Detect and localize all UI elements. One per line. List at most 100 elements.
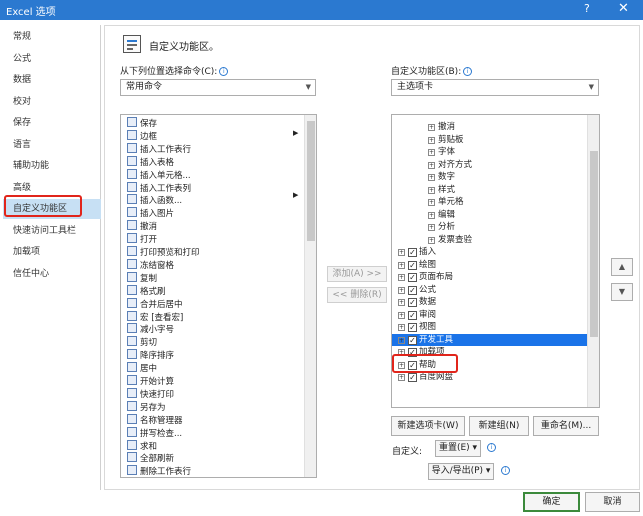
expand-icon[interactable]: + <box>398 299 405 306</box>
checkbox[interactable]: ✓ <box>408 260 417 270</box>
checkbox[interactable]: ✓ <box>408 373 417 382</box>
expand-icon[interactable]: + <box>428 186 435 194</box>
command-item[interactable]: 剪切 <box>127 336 157 348</box>
new-group-button[interactable]: 新建组(N) <box>469 416 529 436</box>
ribbon-tree-scroll-thumb[interactable] <box>590 151 598 337</box>
command-item[interactable]: 全部刷新 <box>127 452 174 464</box>
tree-node[interactable]: + 分析 <box>428 221 455 233</box>
expand-icon[interactable]: + <box>398 261 405 269</box>
nav-item[interactable]: 校对 <box>3 92 101 112</box>
tree-node[interactable]: + 撤消 <box>428 121 455 133</box>
command-item[interactable]: 撤消 <box>127 220 157 232</box>
expand-icon[interactable]: + <box>428 236 435 244</box>
tree-node[interactable]: + 编辑 <box>428 209 455 221</box>
tree-node[interactable]: + ✓ 视图 <box>398 321 436 333</box>
nav-item[interactable]: 语言 <box>3 135 101 155</box>
tree-node[interactable]: + ✓ 审阅 <box>398 309 436 321</box>
tree-node[interactable]: + 单元格 <box>428 196 464 208</box>
tree-node[interactable]: + ✓ 数据 <box>398 296 436 308</box>
expand-icon[interactable]: + <box>398 336 405 344</box>
remove-button[interactable]: << 删除(R) <box>327 287 387 303</box>
reset-button[interactable]: 重置(E) ▾ <box>435 440 481 457</box>
command-item[interactable]: 插入工作表列 <box>127 181 191 194</box>
command-item[interactable]: 居中 <box>127 362 157 374</box>
ribbon-tree-scrollbar[interactable] <box>587 115 599 407</box>
tree-node[interactable]: + ✓ 开发工具 <box>392 333 587 346</box>
add-button[interactable]: 添加(A) >> <box>327 266 387 282</box>
tree-node[interactable]: + 字体 <box>428 146 455 158</box>
checkbox[interactable]: ✓ <box>408 285 417 295</box>
command-source-dropdown[interactable]: 常用命令 ▼ <box>120 79 316 96</box>
expand-icon[interactable]: + <box>398 274 405 281</box>
expand-icon[interactable]: + <box>428 161 435 169</box>
command-item[interactable]: 插入图片 <box>127 207 174 219</box>
new-tab-button[interactable]: 新建选项卡(W) <box>391 416 465 436</box>
import-export-button[interactable]: 导入/导出(P) ▾ <box>428 463 494 480</box>
command-item[interactable]: 打开 <box>127 233 157 245</box>
tree-node[interactable]: + 样式 <box>428 184 455 196</box>
checkbox[interactable]: ✓ <box>408 335 417 345</box>
command-item[interactable]: 格式刷 <box>127 284 166 297</box>
nav-item[interactable]: 公式 <box>3 49 101 69</box>
command-item[interactable]: 减小字号 <box>127 323 174 335</box>
command-item[interactable]: 降序排序 <box>127 349 174 361</box>
tree-node[interactable]: + ✓ 公式 <box>398 284 436 296</box>
command-item[interactable]: 合并后居中 <box>127 297 183 310</box>
command-item[interactable]: 插入工作表行 <box>127 142 191 155</box>
help-button[interactable]: ? <box>584 2 590 15</box>
expand-icon[interactable]: + <box>398 286 405 294</box>
expand-icon[interactable]: + <box>428 136 435 144</box>
cancel-button[interactable]: 取消 <box>585 492 640 512</box>
expand-icon[interactable]: + <box>428 149 435 156</box>
expand-icon[interactable]: + <box>398 324 405 331</box>
command-item[interactable]: 删除工作表行 <box>127 465 191 477</box>
command-item[interactable]: 冻结窗格 <box>127 258 174 271</box>
nav-item[interactable]: 辅助功能 <box>3 156 101 176</box>
command-list-scrollbar[interactable] <box>304 115 316 477</box>
command-list[interactable]: 保存 边框 插入工作表行 插入表格 插入单元格... 插入工作表列 插入函数... 插入图片撤… <box>120 114 317 478</box>
expand-icon[interactable]: + <box>428 211 435 219</box>
command-item[interactable]: 求和 <box>127 439 157 452</box>
checkbox[interactable]: ✓ <box>408 323 417 332</box>
expand-icon[interactable]: + <box>428 174 435 181</box>
tree-node[interactable]: + ✓ 插入 <box>398 246 436 258</box>
checkbox[interactable]: ✓ <box>408 248 417 257</box>
command-item[interactable]: 复制 <box>127 271 157 284</box>
ok-button[interactable]: 确定 <box>523 492 580 512</box>
move-up-button[interactable]: ▲ <box>611 258 633 276</box>
expand-icon[interactable]: + <box>428 124 435 131</box>
ribbon-tabs-dropdown[interactable]: 主选项卡 ▼ <box>391 79 599 96</box>
expand-icon[interactable]: + <box>428 224 435 231</box>
nav-item[interactable]: 快速访问工具栏 <box>3 221 101 241</box>
tree-node[interactable]: + 发票查验 <box>428 234 472 246</box>
expand-icon[interactable]: + <box>428 199 435 206</box>
checkbox[interactable]: ✓ <box>408 298 417 307</box>
nav-item[interactable]: 保存 <box>3 113 101 133</box>
nav-item[interactable]: 数据 <box>3 70 101 90</box>
command-item[interactable]: 名称管理器 <box>127 413 183 426</box>
command-item[interactable]: 开始计算 <box>127 375 174 387</box>
command-list-scroll-thumb[interactable] <box>307 121 315 241</box>
nav-item[interactable]: 常规 <box>3 27 101 47</box>
command-item[interactable]: 打印预览和打印 <box>127 246 200 258</box>
command-item[interactable]: 边框 <box>127 129 157 142</box>
tree-node[interactable]: + 数字 <box>428 171 455 183</box>
tree-node[interactable]: + 剪贴板 <box>428 134 464 146</box>
command-item[interactable]: 宏 [查看宏] <box>127 310 183 323</box>
expand-icon[interactable]: + <box>398 311 405 319</box>
tree-node[interactable]: + ✓ 页面布局 <box>398 271 453 283</box>
command-item[interactable]: 插入表格 <box>127 155 174 168</box>
command-item[interactable]: 保存 <box>127 117 157 129</box>
tree-node[interactable]: + 对齐方式 <box>428 159 472 171</box>
command-item[interactable]: 插入函数... <box>127 194 182 206</box>
rename-button[interactable]: 重命名(M)... <box>533 416 599 436</box>
command-item[interactable]: 插入单元格... <box>127 168 191 181</box>
command-item[interactable]: 拼写检查... <box>127 426 182 439</box>
expand-icon[interactable]: + <box>398 374 405 381</box>
checkbox[interactable]: ✓ <box>408 310 417 320</box>
checkbox[interactable]: ✓ <box>408 273 417 282</box>
close-button[interactable]: ✕ <box>618 1 629 16</box>
command-item[interactable]: 另存为 <box>127 400 166 413</box>
tree-node[interactable]: + ✓ 绘图 <box>398 259 436 271</box>
nav-item[interactable]: 加载项 <box>3 242 101 262</box>
